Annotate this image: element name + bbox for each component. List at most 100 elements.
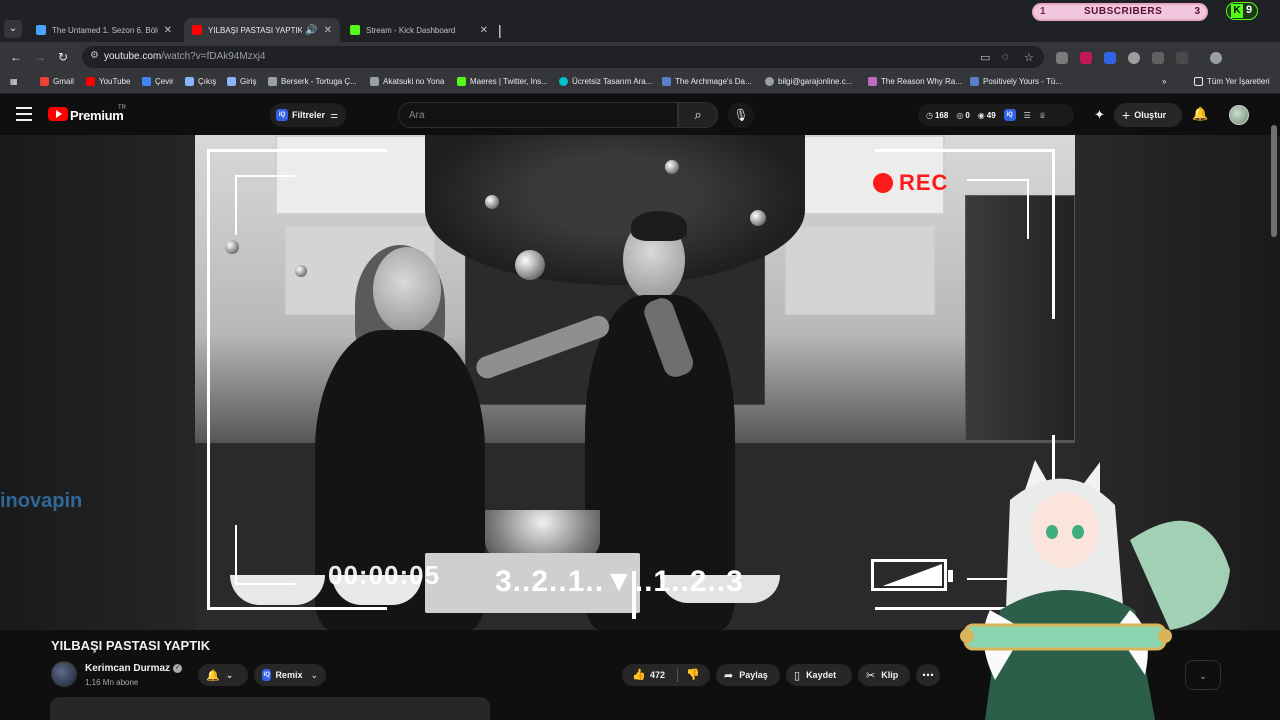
countdown-scale: 3..2..1..▼..1..2..3 (495, 565, 744, 598)
person-hair (631, 211, 687, 241)
back-icon[interactable]: ← (10, 50, 22, 64)
avatar-book-clasp (1158, 629, 1172, 643)
extension-icon[interactable] (1128, 52, 1140, 64)
search-input[interactable]: Ara (398, 102, 678, 128)
clip-button[interactable]: ✂ Klip (858, 664, 910, 686)
christmas-garland (425, 135, 805, 285)
speaker-icon[interactable]: 🔊 (305, 25, 317, 36)
chevron-down-icon[interactable]: ⌄ (1185, 660, 1221, 690)
inovapin-watermark: inovapin (0, 490, 83, 512)
kick-logo-icon: K (1231, 4, 1243, 18)
page-scrollbar[interactable] (1271, 125, 1277, 237)
extension-icon[interactable] (1104, 52, 1116, 64)
thumbs-up-icon[interactable]: 👍 (632, 668, 646, 681)
all-bookmarks-folder[interactable]: Tüm Yer İşaretleri (1194, 77, 1270, 86)
site-info-icon[interactable]: ⚙ (90, 50, 99, 61)
bookmark-youtube[interactable]: YouTube (86, 77, 130, 86)
extension-icon[interactable] (1056, 52, 1068, 64)
remix-button[interactable]: iQ Remix ⌄ (254, 664, 326, 686)
voice-search-button[interactable]: 🎙 (728, 102, 754, 128)
browser-tab-untamed[interactable]: The Untamed 1. Sezon 6. Bölüm ✕ (28, 18, 180, 42)
bookmark-cevir[interactable]: Çevir (142, 77, 174, 86)
list-icon[interactable]: ☰ (1024, 111, 1031, 120)
save-button[interactable]: ▯ Kaydet (786, 664, 852, 686)
create-button[interactable]: + Oluştur (1114, 103, 1182, 127)
notification-bell-button[interactable]: 🔔 ⌄ (198, 664, 248, 686)
puzzle-icon[interactable] (1176, 52, 1188, 64)
more-horizontal-icon: ⋯ (922, 668, 934, 682)
bookmark-reason[interactable]: The Reason Why Ra... (868, 77, 962, 86)
tab-favicon-icon (36, 25, 46, 35)
ambient-left: inovapin (0, 135, 195, 630)
extension-stats-pill[interactable]: ◷ 168 ◎ 0 ◉ 49 iQ ☰ ♕ (918, 104, 1074, 126)
iq-icon[interactable]: iQ (1003, 109, 1016, 121)
hamburger-menu-icon[interactable] (16, 107, 32, 121)
bookmark-giris[interactable]: Giriş (227, 77, 256, 86)
filters-button[interactable]: iQ Filtreler ⚌ (270, 103, 346, 127)
url-text[interactable]: youtube.com/watch?v=fDAk94Mzxj4 (104, 51, 265, 62)
new-tab-button[interactable]: | (498, 22, 502, 38)
avatar-book-clasp (960, 629, 974, 643)
notifications-bell-icon[interactable]: 🔔 (1192, 106, 1208, 122)
share-button[interactable]: ➦ Paylaş (716, 664, 780, 686)
tab-title: Stream - Kick Dashboard (366, 25, 456, 35)
stat-clock: ◷ 168 (926, 110, 949, 120)
sliders-icon: ⚌ (330, 109, 339, 120)
subscriber-current: 1 (1040, 6, 1046, 17)
scissors-icon: ✂ (866, 669, 876, 682)
bookmark-star-icon[interactable]: ☆ (1024, 51, 1034, 64)
close-icon[interactable]: ✕ (324, 25, 332, 36)
center-marker (632, 571, 636, 619)
bookmark-archmage[interactable]: The Archmage's Da... (662, 77, 752, 86)
subscriber-goal-overlay: 1 SUBSCRIBERS 3 (1032, 3, 1208, 21)
ornament (665, 160, 679, 174)
browser-tab-youtube[interactable]: YILBAŞI PASTASI YAPTIK - Yo 🔊 ✕ (184, 18, 340, 42)
like-count[interactable]: 472 (650, 670, 665, 680)
ai-sparkle-icon[interactable]: ✦ (1094, 107, 1105, 123)
browser-tab-kick[interactable]: Stream - Kick Dashboard ✕ (342, 18, 496, 42)
eye-off-icon[interactable]: ◌ (1002, 51, 1009, 63)
bookmark-garaj[interactable]: bilgi@garajonline.c... (765, 77, 852, 86)
bookmark-akatsuki[interactable]: Akatsuki no Yona (370, 77, 444, 86)
create-label: Oluştur (1134, 110, 1167, 120)
channel-name[interactable]: Kerimcan Durmaz (85, 663, 170, 674)
bookmark-canva[interactable]: Ücretsiz Tasarım Ara... (559, 77, 652, 86)
subscriber-goal: 3 (1194, 6, 1200, 17)
description-box[interactable] (50, 697, 490, 720)
thumbs-down-icon[interactable]: 👎 (686, 668, 700, 681)
tab-search-button[interactable]: ⌄ (4, 20, 22, 38)
stat-eye: ◉ 49 (977, 110, 996, 120)
battery-level (882, 564, 942, 586)
search-icon: ⌕ (694, 107, 702, 122)
bookmark-positively[interactable]: Positively Yours - Tü... (970, 77, 1062, 86)
channel-avatar[interactable] (51, 661, 77, 687)
account-avatar[interactable] (1229, 105, 1249, 125)
apps-grid-icon[interactable]: ▦ (10, 77, 18, 86)
bookmark-cikis[interactable]: Çıkış (185, 77, 216, 86)
bookmark-gmail[interactable]: Gmail (40, 77, 74, 86)
bookmark-maeres[interactable]: Maeres | Twitter, Ins... (457, 77, 548, 86)
profile-icon[interactable] (1210, 52, 1222, 64)
extension-icon[interactable] (1152, 52, 1164, 64)
award-icon[interactable]: ♕ (1039, 111, 1046, 120)
forward-icon[interactable]: → (34, 50, 46, 64)
close-icon[interactable]: ✕ (164, 25, 172, 36)
youtube-logo-icon[interactable] (48, 107, 68, 121)
clip-label: Klip (881, 670, 899, 680)
bookmarks-overflow-icon[interactable]: » (1162, 77, 1166, 86)
search-button[interactable]: ⌕ (678, 102, 718, 128)
close-icon[interactable]: ✕ (480, 25, 488, 36)
more-actions-button[interactable]: ⋯ (916, 664, 940, 686)
bookmark-berserk[interactable]: Berserk - Tortuga Ç... (268, 77, 357, 86)
video-player[interactable]: REC 00:00:05 3..2..1..▼..1..2..3 (195, 135, 1075, 630)
like-divider (677, 668, 678, 682)
reload-icon[interactable]: ↻ (58, 50, 68, 64)
youtube-premium-wordmark[interactable]: Premium (70, 108, 124, 123)
remix-label: Remix (275, 670, 303, 680)
viewfinder-corner (235, 175, 295, 235)
omnibox[interactable]: ⚙ youtube.com/watch?v=fDAk94Mzxj4 ▭ ◌ ☆ (82, 46, 1044, 68)
verified-check-icon: ✓ (173, 664, 182, 673)
cast-icon[interactable]: ▭ (980, 51, 990, 64)
extension-icon[interactable] (1080, 52, 1092, 64)
stat-eye-off: ◎ 0 (956, 110, 970, 120)
